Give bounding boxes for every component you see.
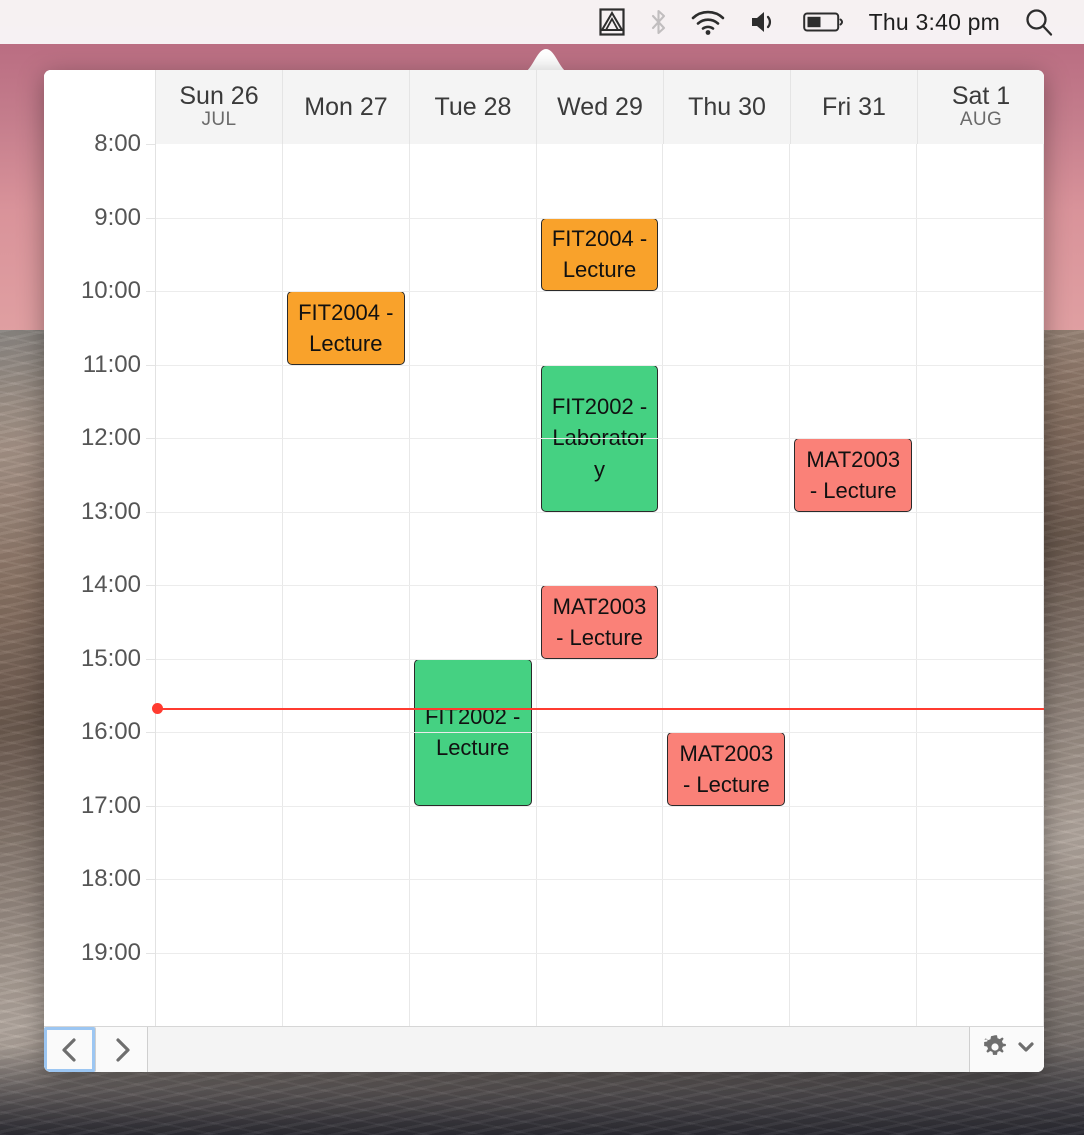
calendar-event[interactable]: FIT2004 - Lecture bbox=[286, 291, 405, 365]
hour-label-1500: 15:00 bbox=[80, 644, 141, 672]
hour-label-1200: 12:00 bbox=[80, 424, 141, 451]
hour-gridline bbox=[156, 438, 1044, 439]
hour-gridline bbox=[156, 364, 1044, 366]
hour-tick bbox=[146, 438, 155, 439]
day-header-5[interactable]: Fri 31 bbox=[791, 70, 918, 144]
volume-icon[interactable] bbox=[737, 0, 791, 44]
day-header-name: Fri 31 bbox=[822, 92, 886, 121]
day-header-name: Thu 30 bbox=[688, 92, 766, 121]
toolbar-spacer bbox=[148, 1027, 970, 1072]
calendar-event[interactable]: MAT2003 - Lecture bbox=[540, 585, 659, 659]
hour-gridline bbox=[156, 217, 1044, 219]
hour-gridline bbox=[156, 952, 1044, 954]
hour-tick bbox=[146, 585, 155, 586]
day-header-0[interactable]: Sun 26 JUL bbox=[156, 70, 283, 144]
day-header-3[interactable]: Wed 29 bbox=[537, 70, 664, 144]
hour-tick bbox=[146, 732, 155, 733]
hour-tick bbox=[146, 364, 155, 366]
battery-icon[interactable] bbox=[791, 0, 857, 44]
day-header-name: Sat 1 bbox=[951, 82, 1011, 111]
mountain-app-icon[interactable] bbox=[586, 0, 638, 44]
day-header-name: Mon 27 bbox=[304, 92, 388, 121]
calendar-toolbar bbox=[44, 1026, 1044, 1072]
hour-tick bbox=[146, 952, 155, 954]
day-header-1[interactable]: Mon 27 bbox=[283, 70, 410, 144]
calendar-event[interactable]: FIT2004 - Lecture bbox=[540, 217, 659, 291]
hour-tick bbox=[146, 217, 155, 219]
bluetooth-icon[interactable] bbox=[638, 0, 679, 44]
hour-tick bbox=[146, 805, 155, 807]
hour-tick bbox=[146, 144, 155, 145]
hour-label-1900: 19:00 bbox=[80, 938, 141, 966]
hour-label-800: 8:00 bbox=[94, 130, 141, 157]
day-header-name: Sun 26 bbox=[179, 82, 259, 111]
day-header-2[interactable]: Tue 28 bbox=[410, 70, 537, 144]
calendar-day-header: Sun 26 JUL Mon 27 Tue 28 Wed 29 Thu 30 F… bbox=[44, 70, 1044, 144]
day-header-4[interactable]: Thu 30 bbox=[664, 70, 791, 144]
hour-label-1100: 11:00 bbox=[82, 350, 141, 378]
hour-gridline bbox=[156, 658, 1044, 660]
hour-label-1300: 13:00 bbox=[80, 497, 141, 525]
time-gutter: 8:00 9:00 10:00 11:00 12:00 13:00 14:00 15:00 16… bbox=[44, 130, 156, 1026]
hour-label-900: 9:00 bbox=[94, 203, 141, 231]
wifi-icon[interactable] bbox=[679, 0, 737, 44]
hour-gridline bbox=[156, 732, 1044, 733]
day-header-month: JUL bbox=[201, 108, 237, 130]
hour-label-1400: 14:00 bbox=[80, 571, 141, 598]
hour-tick bbox=[146, 511, 155, 513]
hour-tick bbox=[146, 658, 155, 660]
hour-label-1800: 18:00 bbox=[80, 865, 141, 892]
next-week-button[interactable] bbox=[96, 1027, 148, 1072]
menu-bar: Thu 3:40 pm bbox=[0, 0, 1084, 44]
calendar-event[interactable]: MAT2003 - Lecture bbox=[667, 732, 786, 806]
gear-icon bbox=[980, 1032, 1010, 1067]
day-header-name: Wed 29 bbox=[557, 92, 643, 121]
calendar-event[interactable]: MAT2003 - Lecture bbox=[794, 438, 913, 512]
day-header-name: Tue 28 bbox=[434, 92, 512, 121]
calendar-popover-window: Sun 26 JUL Mon 27 Tue 28 Wed 29 Thu 30 F… bbox=[44, 70, 1044, 1072]
calendar-columns[interactable]: FIT2004 - Lecture FIT2002 - Lecture FIT2… bbox=[156, 144, 1044, 1026]
menu-bar-clock[interactable]: Thu 3:40 pm bbox=[857, 0, 1012, 44]
hour-tick bbox=[146, 879, 155, 880]
settings-gear-button[interactable] bbox=[970, 1027, 1044, 1072]
day-header-month: AUG bbox=[959, 108, 1003, 130]
hour-gridline bbox=[156, 511, 1044, 513]
hour-label-1700: 17:00 bbox=[80, 791, 141, 819]
day-header-6[interactable]: Sat 1 AUG bbox=[918, 70, 1044, 144]
hour-gridline bbox=[156, 291, 1044, 292]
hour-label-1600: 16:00 bbox=[80, 718, 141, 745]
previous-week-button[interactable] bbox=[44, 1027, 96, 1072]
hour-gridline bbox=[156, 805, 1044, 807]
chevron-down-icon bbox=[1017, 1040, 1035, 1059]
hour-gridline bbox=[156, 585, 1044, 586]
calendar-grid-body: 8:00 9:00 10:00 11:00 12:00 13:00 14:00 15:00 16… bbox=[44, 130, 1044, 1026]
hour-tick bbox=[146, 291, 155, 292]
hour-label-1000: 10:00 bbox=[80, 277, 141, 304]
hour-gridline bbox=[156, 879, 1044, 880]
spotlight-search-icon[interactable] bbox=[1012, 0, 1066, 44]
